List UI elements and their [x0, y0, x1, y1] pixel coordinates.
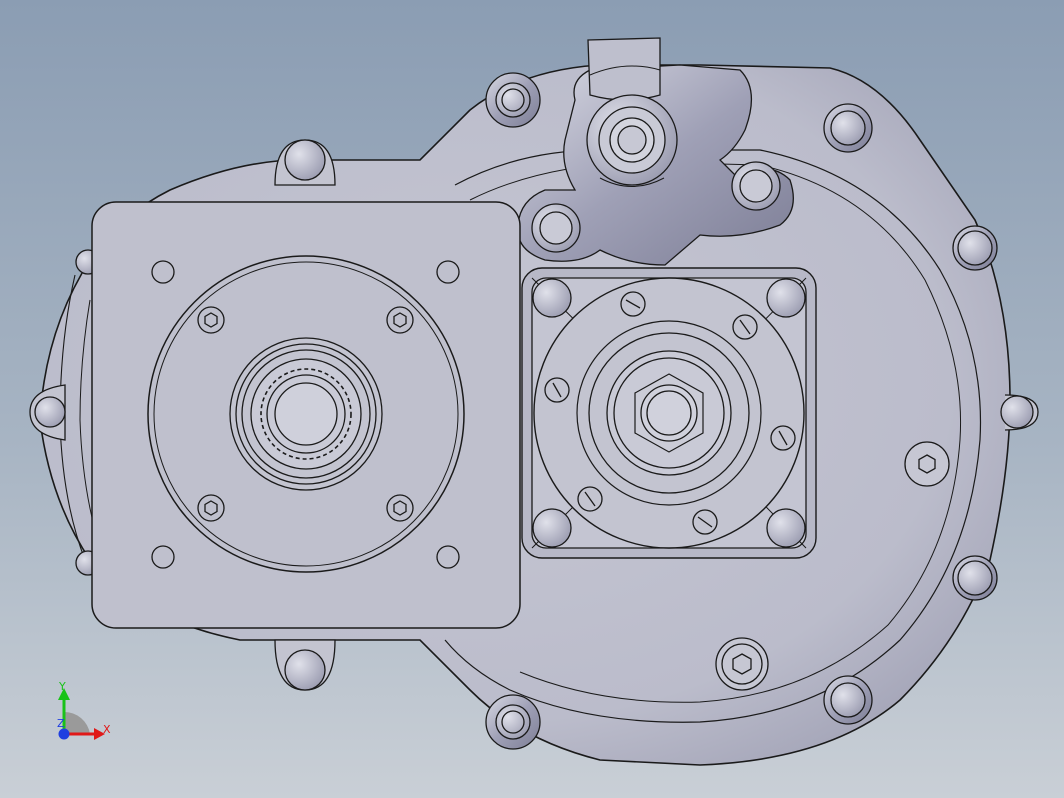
- cad-viewport[interactable]: Y X Z: [0, 0, 1064, 798]
- input-flange-plate[interactable]: [91, 201, 521, 629]
- splined-input-shaft[interactable]: [229, 337, 383, 491]
- triad-z-label: Z: [57, 717, 65, 730]
- output-flange[interactable]: [521, 267, 817, 559]
- coordinate-triad: Y X Z: [57, 680, 111, 740]
- triad-y-label: Y: [58, 680, 66, 693]
- triad-x-label: X: [103, 723, 111, 736]
- gearbox-model[interactable]: Y X Z: [0, 0, 1064, 798]
